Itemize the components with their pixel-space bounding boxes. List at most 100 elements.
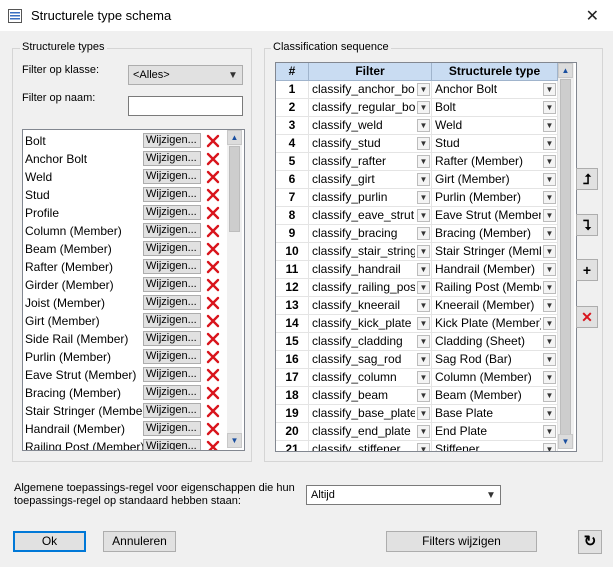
filter-cell[interactable]: classify_weld ▼ xyxy=(309,117,432,135)
chevron-down-icon[interactable]: ▼ xyxy=(417,137,430,150)
delete-button[interactable]: ✕ xyxy=(576,306,598,328)
chevron-down-icon[interactable]: ▼ xyxy=(543,263,556,276)
chevron-down-icon[interactable]: ▼ xyxy=(543,335,556,348)
edit-button[interactable]: Wijzigen... xyxy=(143,187,201,202)
edit-button[interactable]: Wijzigen... xyxy=(143,277,201,292)
scroll-up-icon[interactable]: ▲ xyxy=(558,63,573,78)
column-header-filter[interactable]: Filter xyxy=(309,63,432,81)
delete-icon[interactable] xyxy=(205,385,221,401)
list-item[interactable]: Profile Wijzigen... xyxy=(23,204,229,222)
move-up-button[interactable]: ⮥ xyxy=(576,168,598,190)
list-item[interactable]: Column (Member) Wijzigen... xyxy=(23,222,229,240)
chevron-down-icon[interactable]: ▼ xyxy=(417,191,430,204)
chevron-down-icon[interactable]: ▼ xyxy=(417,299,430,312)
filter-cell[interactable]: classify_base_plate ▼ xyxy=(309,405,432,423)
filter-cell[interactable]: classify_bracing ▼ xyxy=(309,225,432,243)
list-item[interactable]: Eave Strut (Member) Wijzigen... xyxy=(23,366,229,384)
list-item[interactable]: Girder (Member) Wijzigen... xyxy=(23,276,229,294)
chevron-down-icon[interactable]: ▼ xyxy=(543,119,556,132)
filter-cell[interactable]: classify_kick_plate ▼ xyxy=(309,315,432,333)
filter-cell[interactable]: classify_end_plate ▼ xyxy=(309,423,432,441)
chevron-down-icon[interactable]: ▼ xyxy=(417,245,430,258)
edit-button[interactable]: Wijzigen... xyxy=(143,259,201,274)
edit-button[interactable]: Wijzigen... xyxy=(143,403,201,418)
delete-icon[interactable] xyxy=(205,313,221,329)
delete-icon[interactable] xyxy=(205,187,221,203)
delete-icon[interactable] xyxy=(205,403,221,419)
delete-icon[interactable] xyxy=(205,295,221,311)
chevron-down-icon[interactable]: ▼ xyxy=(417,209,430,222)
chevron-down-icon[interactable]: ▼ xyxy=(543,245,556,258)
chevron-down-icon[interactable]: ▼ xyxy=(417,353,430,366)
filter-cell[interactable]: classify_stud ▼ xyxy=(309,135,432,153)
list-scrollbar[interactable]: ▲ ▼ xyxy=(227,130,242,448)
chevron-down-icon[interactable]: ▼ xyxy=(417,371,430,384)
cancel-button[interactable]: Annuleren xyxy=(103,531,176,552)
type-cell[interactable]: Kneerail (Member) ▼ xyxy=(432,297,558,315)
chevron-down-icon[interactable]: ▼ xyxy=(417,389,430,402)
edit-button[interactable]: Wijzigen... xyxy=(143,295,201,310)
chevron-down-icon[interactable]: ▼ xyxy=(543,425,556,438)
chevron-down-icon[interactable]: ▼ xyxy=(417,119,430,132)
type-cell[interactable]: Bracing (Member) ▼ xyxy=(432,225,558,243)
type-cell[interactable]: Girt (Member) ▼ xyxy=(432,171,558,189)
list-item[interactable]: Handrail (Member) Wijzigen... xyxy=(23,420,229,438)
edit-button[interactable]: Wijzigen... xyxy=(143,331,201,346)
chevron-down-icon[interactable]: ▼ xyxy=(543,137,556,150)
scroll-down-icon[interactable]: ▼ xyxy=(227,433,242,448)
type-cell[interactable]: Beam (Member) ▼ xyxy=(432,387,558,405)
list-item[interactable]: Girt (Member) Wijzigen... xyxy=(23,312,229,330)
filter-cell[interactable]: classify_stair_stringer▼ xyxy=(309,243,432,261)
filter-cell[interactable]: classify_eave_strut ▼ xyxy=(309,207,432,225)
chevron-down-icon[interactable]: ▼ xyxy=(417,173,430,186)
filter-cell[interactable]: classify_regular_bolt ▼ xyxy=(309,99,432,117)
edit-button[interactable]: Wijzigen... xyxy=(143,385,201,400)
close-icon[interactable]: ✕ xyxy=(586,6,599,26)
chevron-down-icon[interactable]: ▼ xyxy=(543,371,556,384)
delete-icon[interactable] xyxy=(205,331,221,347)
type-cell[interactable]: Weld ▼ xyxy=(432,117,558,135)
edit-button[interactable]: Wijzigen... xyxy=(143,241,201,256)
chevron-down-icon[interactable]: ▼ xyxy=(543,101,556,114)
edit-button[interactable]: Wijzigen... xyxy=(143,205,201,220)
chevron-down-icon[interactable]: ▼ xyxy=(417,101,430,114)
filter-cell[interactable]: classify_kneerail ▼ xyxy=(309,297,432,315)
column-header-type[interactable]: Structurele type xyxy=(432,63,558,81)
delete-icon[interactable] xyxy=(205,367,221,383)
ok-button[interactable]: Ok xyxy=(13,531,86,552)
chevron-down-icon[interactable]: ▼ xyxy=(543,407,556,420)
list-item[interactable]: Side Rail (Member) Wijzigen... xyxy=(23,330,229,348)
scroll-up-icon[interactable]: ▲ xyxy=(227,130,242,145)
filter-cell[interactable]: classify_beam ▼ xyxy=(309,387,432,405)
chevron-down-icon[interactable]: ▼ xyxy=(417,83,430,96)
filter-cell[interactable]: classify_anchor_bolt ▼ xyxy=(309,81,432,99)
delete-icon[interactable] xyxy=(205,205,221,221)
type-cell[interactable]: Stud ▼ xyxy=(432,135,558,153)
edit-button[interactable]: Wijzigen... xyxy=(143,439,201,450)
chevron-down-icon[interactable]: ▼ xyxy=(543,317,556,330)
edit-button[interactable]: Wijzigen... xyxy=(143,349,201,364)
type-cell[interactable]: Railing Post (Member)▼ xyxy=(432,279,558,297)
type-cell[interactable]: Sag Rod (Bar) ▼ xyxy=(432,351,558,369)
list-item[interactable]: Stair Stringer (Member) Wijzigen... xyxy=(23,402,229,420)
edit-filters-button[interactable]: Filters wijzigen xyxy=(386,531,537,552)
type-cell[interactable]: Bolt ▼ xyxy=(432,99,558,117)
type-cell[interactable]: Column (Member) ▼ xyxy=(432,369,558,387)
type-cell[interactable]: Kick Plate (Member) ▼ xyxy=(432,315,558,333)
list-item[interactable]: Bracing (Member) Wijzigen... xyxy=(23,384,229,402)
type-cell[interactable]: Stair Stringer (Member)▼ xyxy=(432,243,558,261)
chevron-down-icon[interactable]: ▼ xyxy=(543,83,556,96)
filter-cell[interactable]: classify_handrail ▼ xyxy=(309,261,432,279)
delete-icon[interactable] xyxy=(205,277,221,293)
rule-select[interactable]: Altijd ▼ xyxy=(306,485,501,505)
chevron-down-icon[interactable]: ▼ xyxy=(543,353,556,366)
chevron-down-icon[interactable]: ▼ xyxy=(543,209,556,222)
delete-icon[interactable] xyxy=(205,241,221,257)
type-cell[interactable]: Handrail (Member) ▼ xyxy=(432,261,558,279)
filter-cell[interactable]: classify_cladding ▼ xyxy=(309,333,432,351)
type-cell[interactable]: Anchor Bolt ▼ xyxy=(432,81,558,99)
filter-cell[interactable]: classify_girt ▼ xyxy=(309,171,432,189)
add-button[interactable]: + xyxy=(576,259,598,281)
filter-class-select[interactable]: <Alles> ▼ xyxy=(128,65,243,85)
chevron-down-icon[interactable]: ▼ xyxy=(417,335,430,348)
